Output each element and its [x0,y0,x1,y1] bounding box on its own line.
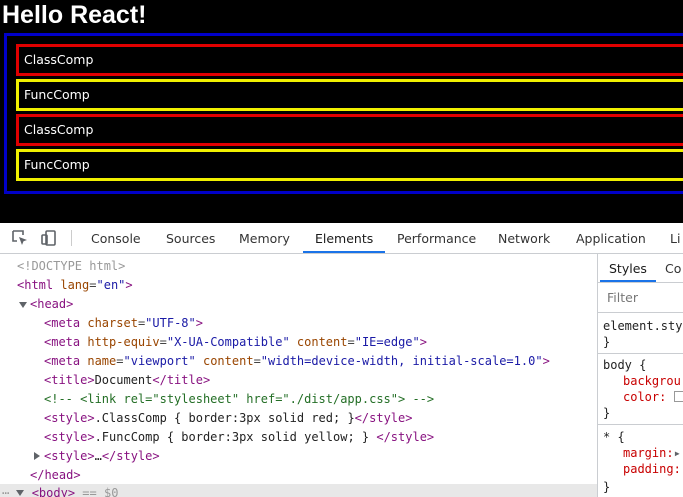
more-options-icon[interactable]: ⋯ [2,486,9,497]
rule-close-brace: } [603,335,611,349]
class-comp-box: ClassComp [16,114,683,146]
dom-node-meta-charset[interactable]: <meta charset="UTF-8"> [44,314,203,333]
tab-console[interactable]: Console [91,223,141,252]
rule-universal-margin-prop[interactable]: margin:▸ [623,445,681,461]
rule-body-selector[interactable]: body { [603,357,646,373]
rule-universal-selector[interactable]: * { [603,429,625,445]
dom-doctype[interactable]: <!DOCTYPE html> [17,257,125,276]
styles-filter-input[interactable]: Filter [598,283,683,313]
dom-node-style-funccomp[interactable]: <style>.FuncComp { border:3px solid yell… [44,428,434,447]
tab-lighthouse[interactable]: Li [670,223,680,252]
func-comp-box: FuncComp [16,79,683,111]
page-viewport: Hello React! ClassComp FuncComp ClassCom… [0,0,683,223]
tab-application[interactable]: Application [576,223,646,252]
dom-node-head[interactable]: <head> [30,295,73,314]
toolbar-divider [71,230,72,246]
rule-body-color-prop[interactable]: color: [623,389,683,405]
rule-close-brace: } [603,480,611,494]
expand-arrow-icon[interactable]: ▸ [674,446,681,460]
dom-node-head-close[interactable]: </head> [30,466,81,485]
tab-computed[interactable]: Co [665,254,681,281]
dom-node-html[interactable]: <html lang="en"> [17,276,133,295]
tab-elements[interactable]: Elements [303,223,386,253]
rule-element-style[interactable]: element.style { [603,318,683,334]
collapse-arrow-icon[interactable] [34,452,40,460]
color-swatch-icon[interactable] [673,391,683,402]
rule-close-brace: } [603,406,611,420]
func-comp-box: FuncComp [16,149,683,181]
dom-node-body[interactable]: ⋯ <body> == $0 [2,484,118,497]
rule-divider [598,353,683,354]
inspect-element-icon[interactable] [11,229,29,247]
dom-node-meta-viewport[interactable]: <meta name="viewport" content="width=dev… [44,352,550,371]
class-comp-box: ClassComp [16,44,683,76]
dom-node-meta-http-equiv[interactable]: <meta http-equiv="X-UA-Compatible" conte… [44,333,427,352]
rule-body-background-prop[interactable]: backgrou [623,373,681,389]
devtools-toolbar: Console Sources Memory Elements Performa… [0,223,683,254]
devtools-panel: Console Sources Memory Elements Performa… [0,223,683,497]
rule-universal-padding-prop[interactable]: padding: [623,461,681,477]
tab-memory[interactable]: Memory [239,223,290,252]
expand-arrow-icon[interactable] [19,302,27,308]
expand-arrow-icon[interactable] [16,490,25,496]
styles-tabbar: Styles Co [598,254,683,283]
tab-network[interactable]: Network [498,223,550,252]
dom-node-style-classcomp[interactable]: <style>.ClassComp { border:3px solid red… [44,409,412,428]
rule-divider [598,424,683,425]
tab-styles[interactable]: Styles [600,254,656,282]
dom-node-title[interactable]: <title>Document</title> [44,371,210,390]
dom-comment[interactable]: <!-- <link rel="stylesheet" href="./dist… [44,390,434,409]
app-container: ClassComp FuncComp ClassComp FuncComp [4,33,683,194]
elements-tree: <!DOCTYPE html> <html lang="en"> <head> … [0,254,597,497]
tab-sources[interactable]: Sources [166,223,215,252]
page-heading: Hello React! [2,1,147,29]
dom-node-style-collapsed[interactable]: <style>…</style> [44,447,160,466]
tab-performance[interactable]: Performance [397,223,476,252]
styles-pane: Styles Co Filter element.style { } body … [598,254,683,497]
device-toggle-icon[interactable] [40,229,58,247]
